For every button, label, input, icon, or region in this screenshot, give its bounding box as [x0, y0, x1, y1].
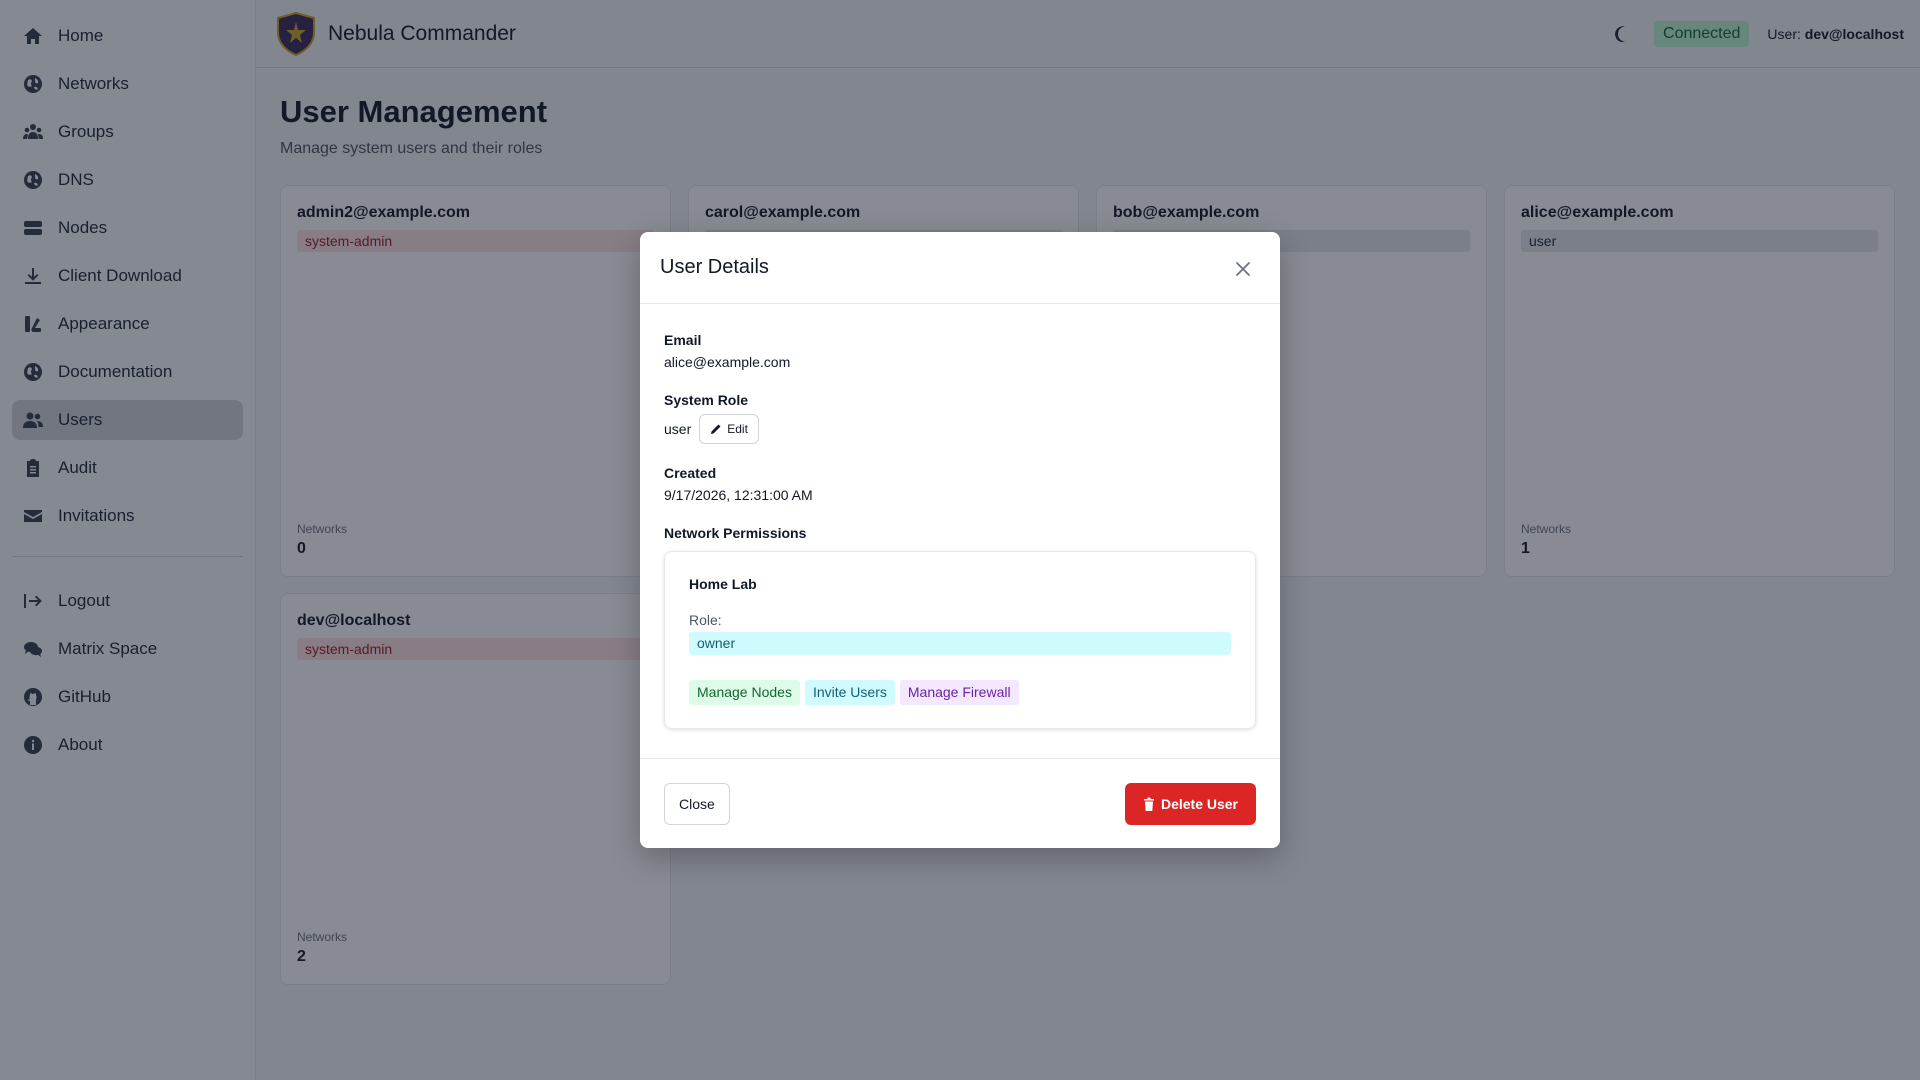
system-role-value: user — [664, 421, 692, 437]
pencil-icon — [711, 424, 721, 434]
system-role-row: user Edit — [664, 414, 1256, 444]
permission-role-badge: owner — [689, 632, 1231, 655]
permission-role-label: Role: — [689, 612, 722, 628]
permission-network-name: Home Lab — [689, 576, 757, 592]
email-label: Email — [664, 332, 702, 348]
permission-tag: Invite Users — [804, 680, 895, 705]
delete-user-button[interactable]: Delete User — [1124, 783, 1256, 825]
modal-header: User Details — [640, 232, 1280, 304]
close-button[interactable]: Close — [664, 783, 730, 825]
modal-footer: Close Delete User — [640, 758, 1280, 848]
system-role-label: System Role — [664, 392, 749, 408]
trash-icon — [1143, 797, 1154, 811]
edit-role-button[interactable]: Edit — [699, 414, 759, 444]
user-details-modal: User Details Email alice@example.com Sys… — [640, 232, 1280, 848]
delete-user-label: Delete User — [1160, 796, 1238, 812]
permission-tag: Manage Firewall — [899, 680, 1019, 705]
network-permissions-label: Network Permissions — [664, 525, 807, 541]
network-permission-card: Home Lab Role: owner Manage Nodes Invite… — [664, 551, 1256, 729]
created-label: Created — [664, 465, 717, 481]
edit-label: Edit — [727, 422, 748, 436]
modal-title: User Details — [660, 256, 769, 278]
modal-body: Email alice@example.com System Role user… — [664, 332, 1256, 729]
permission-tag: Manage Nodes — [689, 680, 800, 705]
email-value: alice@example.com — [664, 354, 791, 370]
close-icon[interactable] — [1234, 260, 1252, 278]
permission-tags: Manage Nodes Invite Users Manage Firewal… — [689, 680, 1024, 705]
created-value: 9/17/2026, 12:31:00 AM — [664, 487, 813, 503]
